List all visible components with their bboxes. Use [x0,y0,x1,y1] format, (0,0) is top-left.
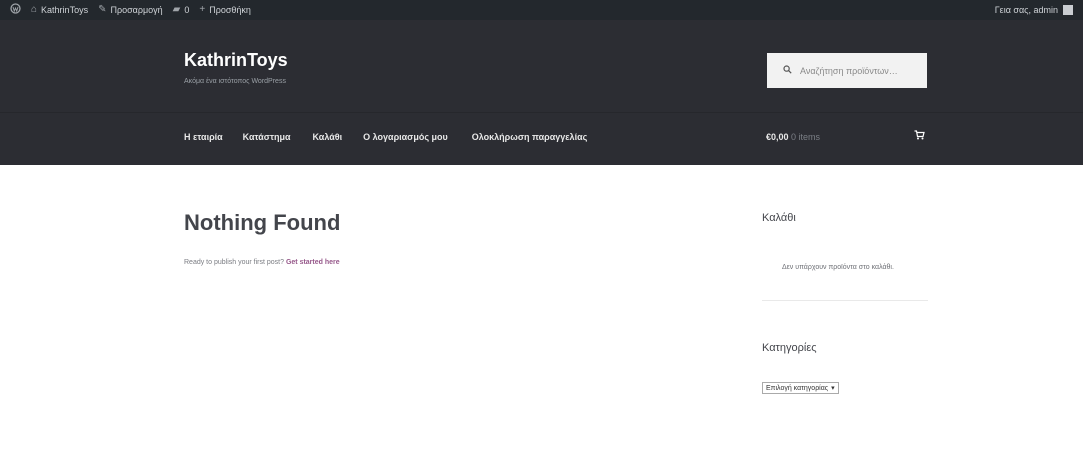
site-title[interactable]: KathrinToys [184,50,288,71]
category-select[interactable]: Επιλογή κατηγορίας ▾ [762,382,839,394]
home-icon: ⌂ [31,4,38,15]
avatar [1063,5,1073,15]
empty-message-text: Ready to publish your first post? [184,259,286,266]
header-branding: KathrinToys Ακόμα ένα ιστότοπος WordPres… [0,20,1083,112]
plus-icon: + [199,4,206,15]
categories-widget-title: Κατηγορίες [762,342,817,354]
search-icon [783,64,792,77]
my-account-menu[interactable]: Γεια σας, admin [995,5,1073,15]
admin-bar: ⌂ KathrinToys ✎ Προσαρμογή ▰ 0 + Προσθήκ… [0,0,1083,20]
nav-item-checkout[interactable]: Ολοκλήρωση παραγγελίας [472,132,588,142]
site-name-label: KathrinToys [41,5,89,15]
get-started-link[interactable]: Get started here [286,259,340,266]
site-description: Ακόμα ένα ιστότοπος WordPress [184,78,286,85]
page-title: Nothing Found [184,210,341,235]
customize-label: Προσαρμογή [110,5,163,15]
nav-item-my-account[interactable]: Ο λογαριασμός μου [363,132,448,142]
nav-item-shop[interactable]: Κατάστημα [243,132,291,142]
customize-link[interactable]: ✎ Προσαρμογή [98,4,163,16]
search-placeholder: Αναζήτηση προϊόντων… [800,65,898,76]
nav-divider [0,112,1083,113]
category-select-value: Επιλογή κατηγορίας [766,384,829,392]
wordpress-icon [10,3,21,17]
nav-item-company[interactable]: Η εταιρία [184,132,223,142]
primary-navigation: Η εταιρία Κατάστημα Καλάθι Ο λογαριασμός… [184,132,587,142]
greeting: Γεια σας, admin [994,5,1058,15]
site-name-link[interactable]: ⌂ KathrinToys [31,4,89,16]
header-cart[interactable]: €0,00 0 items [766,132,820,142]
brush-icon: ✎ [98,4,107,15]
cart-widget-title: Καλάθι [762,212,796,224]
cart-empty-message: Δεν υπάρχουν προϊόντα στο καλάθι. [782,264,894,271]
site-header: KathrinToys Ακόμα ένα ιστότοπος WordPres… [0,20,1083,165]
wordpress-menu[interactable] [10,3,21,17]
cart-icon[interactable] [914,130,925,140]
product-search-input[interactable]: Αναζήτηση προϊόντων… [767,53,927,88]
comment-icon: ▰ [172,4,181,15]
new-content-link[interactable]: + Προσθήκη [199,4,251,16]
comments-link[interactable]: ▰ 0 [172,4,190,16]
chevron-down-icon: ▾ [831,385,835,392]
comments-count: 0 [184,5,190,15]
cart-items-count: 0 items [791,132,821,142]
cart-total: €0,00 [766,132,789,142]
nav-item-cart[interactable]: Καλάθι [313,132,343,142]
widget-divider [762,300,928,301]
empty-message: Ready to publish your first post? Get st… [184,259,340,266]
new-content-label: Προσθήκη [209,5,251,15]
